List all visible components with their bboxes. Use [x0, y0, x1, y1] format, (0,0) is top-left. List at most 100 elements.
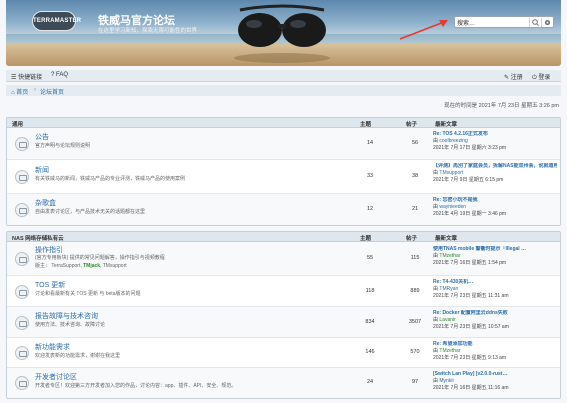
forum-row: 报告故障与技术咨询 使用方法、技术咨询、故障讨论 834 3507 Re: Do…	[7, 307, 560, 338]
forum-section-nas: NAS 网络存储私有云 主题 帖子 最新文章 操作指引 (官方专用板块) 提供的…	[6, 231, 561, 399]
last-post-user[interactable]: TMzethar	[439, 253, 460, 259]
forum-title[interactable]: 报告故障与技术咨询	[35, 311, 98, 321]
last-post-title[interactable]: Re: TOS 4.2.16正式发布	[433, 131, 557, 138]
topic-count: 146	[365, 349, 375, 355]
search-box	[454, 16, 554, 28]
last-post-user[interactable]: TMsupport	[439, 170, 463, 176]
forum-icon	[15, 137, 29, 151]
last-post-title[interactable]: 【评测】再別了家庭会员，拆解NAS能双州会，讹就道用及研用…	[433, 163, 557, 170]
forum-title[interactable]: TOS 更新	[35, 280, 65, 290]
col-topics: 主题	[360, 122, 372, 128]
current-time: 现在的时间是 2021年 7月 23日 星期五 3:26 pm	[444, 103, 559, 109]
last-post: 【评测】再別了家庭会员，拆解NAS能双州会，讹就道用及研用… 由 TMsuppo…	[433, 163, 557, 184]
last-post: Re: 希望添加功能 由 TMzethar 2021年 7月 23日 星期五 9…	[433, 341, 557, 362]
last-post-user[interactable]: coolbreezing	[439, 138, 467, 144]
last-post-title[interactable]: Re: 希望添加功能	[433, 341, 557, 348]
gear-icon	[544, 19, 551, 26]
last-post: [Switch Lan Play] [v2.0.0-rust… 由 Mynkii…	[433, 371, 557, 392]
last-post: Re: Docker 配置阿里云ddns失败 由 Lavanir 2021年 7…	[433, 310, 557, 331]
last-post-user[interactable]: Mynkii	[439, 378, 453, 384]
forum-row: TOS 更新 讨论和看最新有关 TOS 更新 与 beta版本的问题 118 8…	[7, 276, 560, 307]
search-button[interactable]	[529, 18, 540, 27]
last-post: Re: TOS 4.2.16正式发布 由 coolbreezing 2021年 …	[433, 131, 557, 152]
section-title: 通用	[12, 122, 24, 128]
forum-title[interactable]: 公告	[35, 132, 49, 142]
last-post-title[interactable]: Re: 忘密小玩不是我	[433, 197, 557, 204]
quick-links-menu[interactable]: ☰ 快捷链接	[11, 72, 42, 81]
moderator-link[interactable]: TMjack	[83, 263, 100, 269]
forum-description: (官方专用板块) 提供的常见问题解答，操作指引与视频教程	[35, 255, 165, 261]
post-count: 115	[410, 255, 420, 261]
forum-description: 官方声明与论坛规则说明	[35, 143, 91, 149]
forum-title[interactable]: 新闻	[35, 165, 49, 175]
topic-count: 118	[365, 288, 375, 294]
moderator-link[interactable]: TerraSupport	[51, 263, 80, 269]
last-post-title[interactable]: Re: Docker 配置阿里云ddns失败	[433, 310, 557, 317]
last-post-time: 2021年 7月 16日 星期五 11:16 am	[433, 385, 509, 391]
last-post-time: 2021年 7月 23日 星期五 11:31 am	[433, 293, 509, 299]
forum-row: 新功能需求 欢迎发表新的功能需求，谢谢在我这里 146 570 Re: 希望添加…	[7, 338, 560, 368]
breadcrumb-home[interactable]: ⌂ 首页	[11, 87, 28, 96]
section-header: 通用 主题 帖子 最新文章	[7, 118, 560, 128]
last-post-title[interactable]: Re: T4-430关机…	[433, 279, 557, 286]
home-icon: ⌂	[11, 90, 15, 96]
forum-row: 新闻 有关铁威马的新闻，铁威马产品的专业评测，铁威马产品的使用案例 33 38 …	[7, 160, 560, 194]
col-last-post: 最新文章	[435, 122, 458, 128]
forum-description: 有关铁威马的新闻，铁威马产品的专业评测，铁威马产品的使用案例	[35, 176, 186, 182]
forum-row: 开发者讨论区 开发者专区！欢迎第三方开发者加入您的作品，讨论内容：app、插件、…	[7, 368, 560, 398]
topic-count: 55	[366, 255, 374, 261]
last-post-user[interactable]: waynieeden	[439, 204, 466, 210]
last-post-time: 2021年 7月 16日 星期五 1:54 pm	[433, 260, 507, 266]
menu-icon: ☰	[11, 75, 17, 81]
forum-icon	[15, 252, 29, 266]
forum-icon	[15, 376, 29, 390]
last-post-title[interactable]: 使用TNAS mobile 警衢时提示「Illegal …	[433, 246, 557, 253]
last-post-time: 2021年 4月 19日 星期一 3:46 pm	[433, 211, 507, 217]
topic-count: 834	[365, 319, 375, 325]
forum-description: 欢迎发表新的功能需求，谢谢在我这里	[35, 353, 121, 359]
breadcrumb-separator: ›	[34, 87, 36, 93]
last-post-time: 2021年 7月 9日 星期五 6:15 pm	[433, 177, 504, 183]
moderator-link[interactable]: TMsupport	[103, 263, 127, 269]
forum-icon	[15, 203, 29, 217]
post-count: 38	[411, 173, 419, 179]
col-topics: 主题	[360, 236, 372, 242]
col-last-post: 最新文章	[435, 236, 458, 242]
last-post-time: 2021年 7月 23日 星期五 9:13 am	[433, 355, 507, 361]
forum-description: 使用方法、技术咨询、故障讨论	[35, 322, 106, 328]
header-banner: TERRAMASTER 铁威马官方论坛 在这里学习新知，探索无限可能性的世界	[6, 0, 561, 66]
post-count: 570	[410, 349, 420, 355]
forum-title[interactable]: 开发者讨论区	[35, 372, 77, 382]
forum-row: 杂歌盒 自由发表讨论区，与产品技术无关的话题都在这里 12 21 Re: 忘密小…	[7, 194, 560, 225]
site-subtitle: 在这里学习新知，探索无限可能性的世界	[98, 28, 198, 34]
breadcrumb-forum-index[interactable]: 论坛首页	[40, 87, 64, 96]
section-title: NAS 网络存储私有云	[12, 236, 64, 242]
arrow-icon	[399, 20, 448, 40]
last-post: Re: T4-430关机… 由 TMRyan 2021年 7月 23日 星期五 …	[433, 279, 557, 300]
forum-icon	[15, 170, 29, 184]
last-post-user[interactable]: TMRyan	[439, 286, 458, 292]
last-post: Re: 忘密小玩不是我 由 waynieeden 2021年 4月 19日 星期…	[433, 197, 557, 218]
forum-title[interactable]: 杂歌盒	[35, 198, 56, 208]
forum-description: 讨论和看最新有关 TOS 更新 与 beta版本的问题	[35, 291, 141, 297]
register-icon: ✎	[504, 75, 510, 81]
register-link[interactable]: ✎ 注册	[504, 72, 523, 81]
post-count: 889	[410, 288, 420, 294]
last-post-title[interactable]: [Switch Lan Play] [v2.0.0-rust…	[433, 371, 557, 378]
faq-link[interactable]: ? FAQ	[51, 72, 68, 78]
login-link[interactable]: ⏻ 登录	[532, 72, 550, 82]
advanced-search-button[interactable]	[541, 18, 552, 27]
section-header: NAS 网络存储私有云 主题 帖子 最新文章	[7, 232, 560, 242]
topic-count: 14	[366, 140, 374, 146]
topic-count: 12	[366, 206, 374, 212]
breadcrumb: ⌂ 首页 › 论坛首页	[6, 85, 561, 96]
last-post-user[interactable]: Lavanir	[439, 317, 455, 323]
search-input[interactable]	[457, 18, 523, 27]
search-icon	[532, 19, 539, 26]
last-post-time: 2021年 7月 17日 星期六 3:23 pm	[433, 145, 507, 151]
last-post-time: 2021年 7月 23日 星期五 10:57 am	[433, 324, 509, 330]
site-logo[interactable]: TERRAMASTER	[32, 11, 81, 31]
col-posts: 帖子	[406, 236, 418, 242]
last-post-user[interactable]: TMzethar	[439, 348, 460, 354]
forum-title[interactable]: 新功能需求	[35, 342, 70, 352]
